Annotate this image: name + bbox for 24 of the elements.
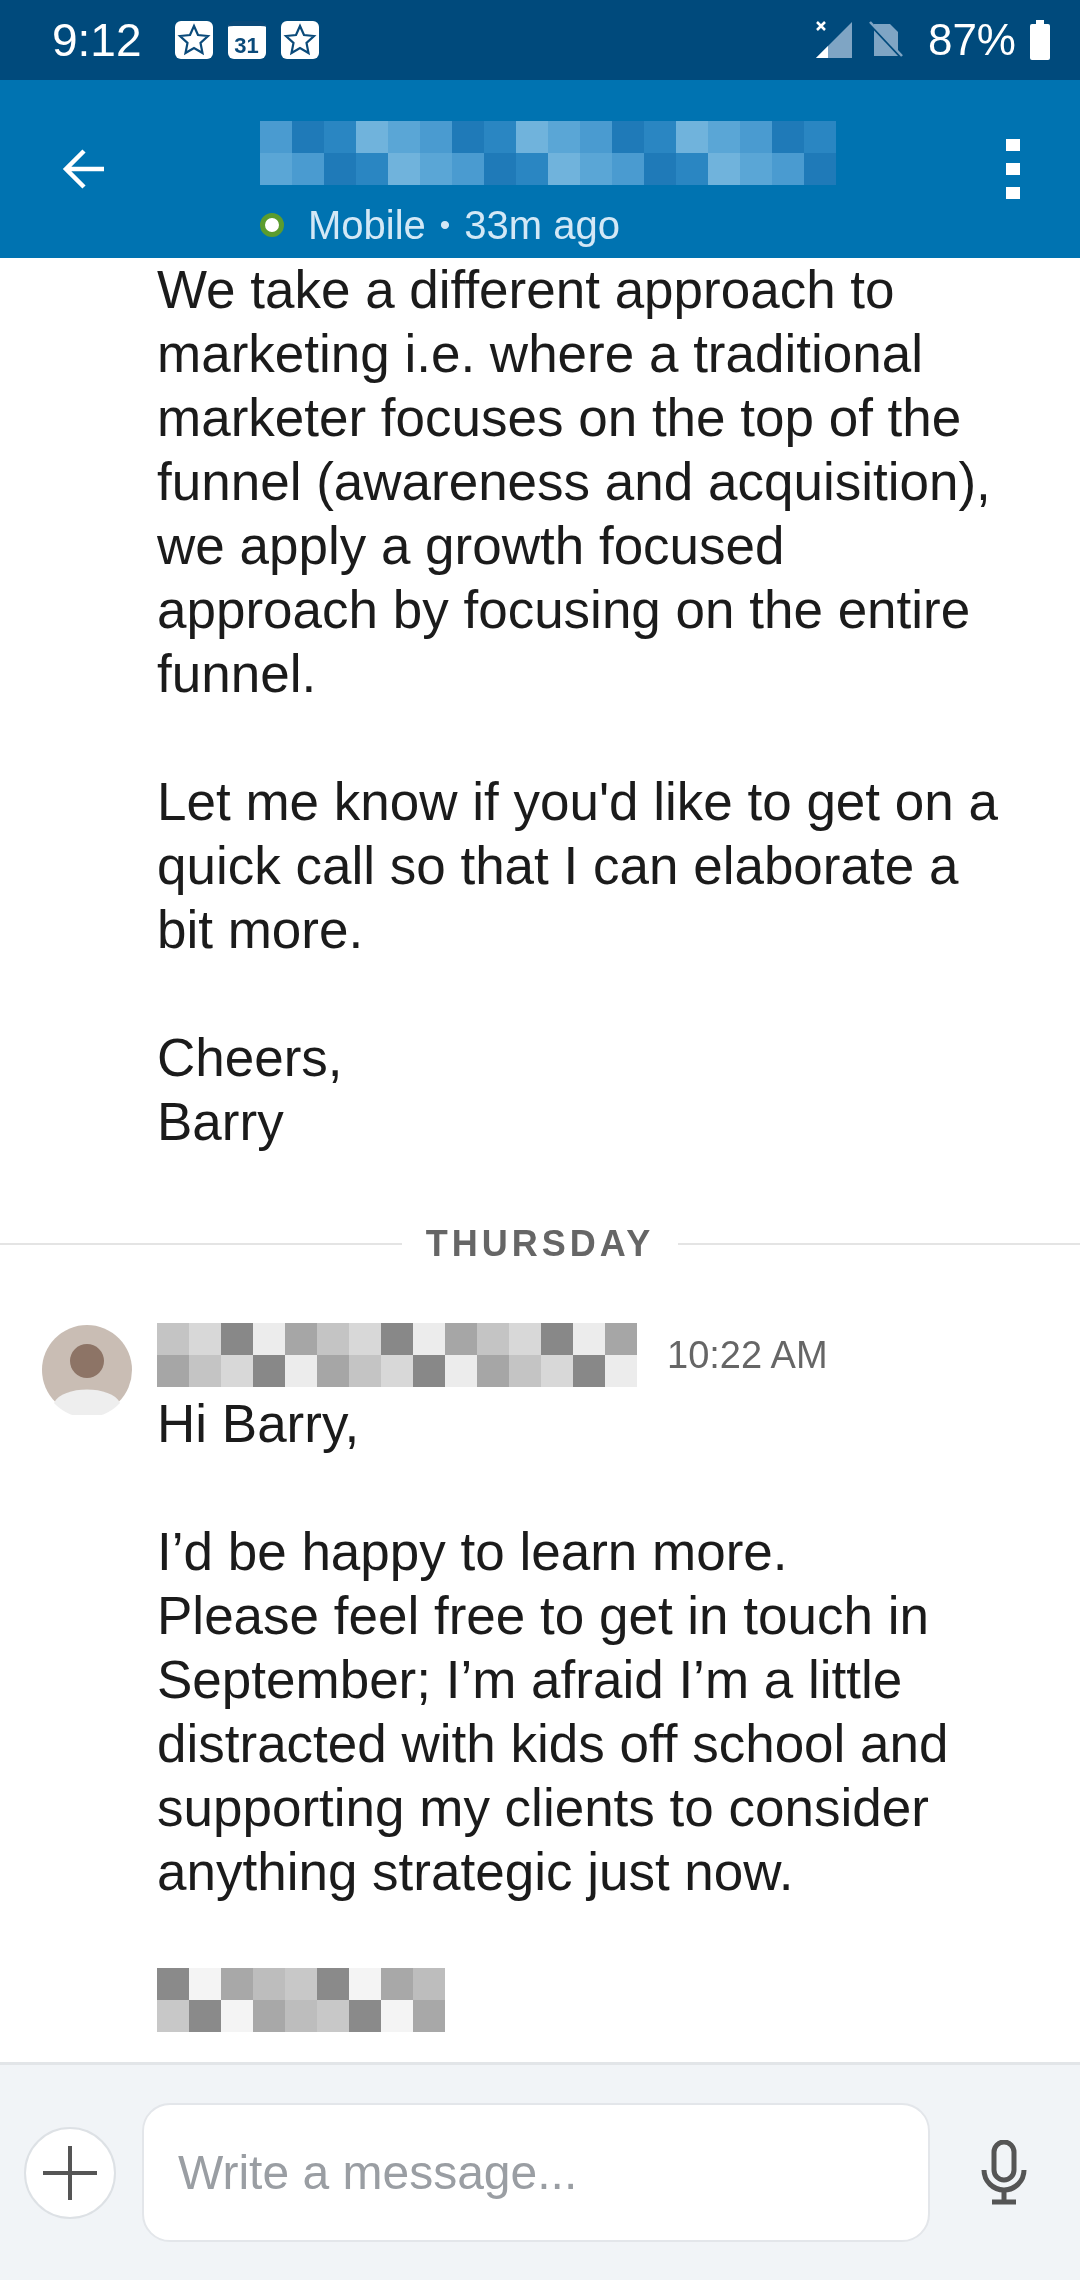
battery-percent: 87% [927, 15, 1016, 65]
microphone-icon[interactable] [980, 2139, 1028, 2206]
star-app-icon [279, 20, 320, 60]
no-sim-icon [867, 20, 904, 60]
message-text: I’d be happy to learn more. Please feel free to get in touch in September; I’m afraid I’m a little distracted with kids off school and supporting my clients to consider anything strategic just now. [157, 1521, 949, 1903]
date-divider-label: THURSDAY [425, 1223, 655, 1265]
message-text: Cheers, Barry [157, 1027, 344, 1153]
avatar-icon [42, 1325, 132, 1415]
message-text: Hi Barry, [157, 1393, 361, 1455]
message-text: We take a different approach to marketing i.e. where a traditional marketer focuses on the top of the funnel (awareness and acquisition), we apply a growth focused approach by focusing on the entire funnel. [157, 259, 992, 705]
battery-icon [1030, 20, 1050, 60]
message-input-field[interactable]: Write a message... [142, 2103, 930, 2242]
last-seen-label: 33m ago [464, 202, 621, 248]
message-text: Let me know if you'd like to get on a quick call so that I can elaborate a bit more. [157, 771, 999, 961]
signal-icon [813, 20, 854, 60]
message-time: 10:22 AM [667, 1333, 828, 1377]
plus-icon [43, 2145, 97, 2200]
separator-dot: • [439, 208, 451, 242]
calendar-icon: 31 [227, 21, 266, 59]
more-options-button[interactable] [1006, 139, 1020, 199]
star-app-icon [173, 20, 214, 60]
status-time: 9:12 [52, 13, 142, 67]
more-options-icon [1006, 139, 1020, 199]
presence-label: Mobile [308, 202, 426, 248]
